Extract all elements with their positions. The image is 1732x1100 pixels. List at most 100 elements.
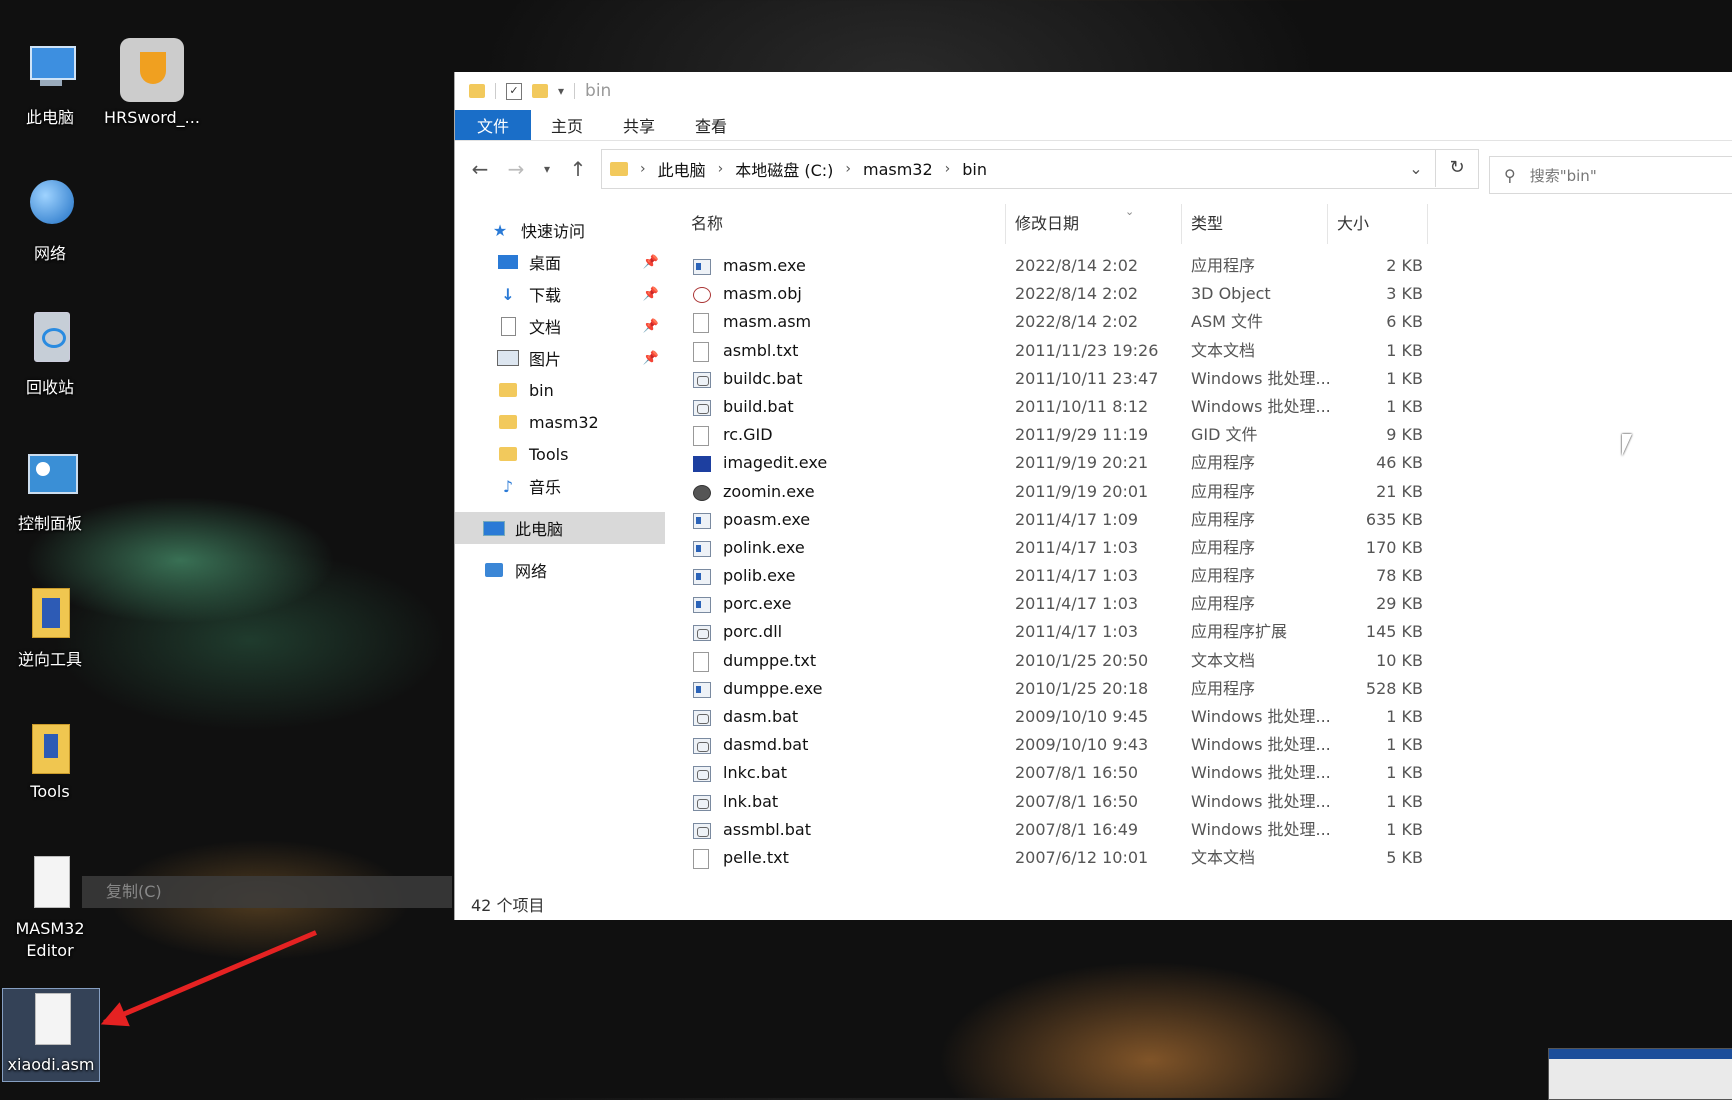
sidebar-item-masm32[interactable]: masm32 [455, 406, 665, 438]
file-type: Windows 批处理... [1191, 735, 1331, 755]
desktop-icon-xiaodi-asm[interactable]: xiaodi.asm [2, 988, 100, 1082]
pin-icon[interactable]: 📌 [643, 287, 659, 302]
file-row[interactable]: assmbl.bat 2007/8/1 16:49 Windows 批处理... 1 … [677, 816, 1732, 844]
file-row[interactable]: masm.asm 2022/8/14 2:02 ASM 文件 6 KB [677, 308, 1732, 336]
file-row[interactable]: zoomin.exe 2011/9/19 20:01 应用程序 21 KB [677, 478, 1732, 506]
column-header-name[interactable]: 名称 [691, 204, 723, 244]
column-header-size[interactable]: 大小 [1337, 204, 1369, 244]
sidebar-item-documents[interactable]: 文档 📌 [455, 310, 665, 342]
file-row[interactable]: masm.obj 2022/8/14 2:02 3D Object 3 KB [677, 280, 1732, 308]
file-modified-date: 2011/9/19 20:21 [1015, 453, 1149, 473]
file-type: GID 文件 [1191, 425, 1258, 445]
breadcrumb-this-pc[interactable]: 此电脑 [652, 157, 712, 181]
sidebar-quick-access[interactable]: ★ 快速访问 [455, 214, 665, 246]
file-size: 29 KB [1376, 594, 1423, 614]
sidebar-item-pictures[interactable]: 图片 📌 [455, 342, 665, 374]
desktop-icon-control-panel[interactable]: 控制面板 [2, 448, 98, 534]
column-header-date[interactable]: 修改日期 [1015, 204, 1079, 244]
address-dropdown-chevron-icon[interactable]: ⌄ [1400, 150, 1432, 188]
sidebar-item-music[interactable]: ♪ 音乐 [455, 470, 665, 502]
folder-icon [497, 413, 519, 431]
desktop-icon-this-pc[interactable]: 此电脑 [2, 42, 98, 128]
context-menu-copy[interactable]: 复制(C) [82, 876, 452, 908]
file-row[interactable]: porc.dll 2011/4/17 1:03 应用程序扩展 145 KB [677, 618, 1732, 646]
desktop-icon-recycle-bin[interactable]: 回收站 [2, 312, 98, 398]
pin-icon[interactable]: 📌 [643, 319, 659, 334]
desktop-icon-network[interactable]: 网络 [2, 178, 98, 264]
file-modified-date: 2011/4/17 1:03 [1015, 622, 1139, 642]
tab-home[interactable]: 主页 [531, 110, 603, 140]
file-row[interactable]: pelle.txt 2007/6/12 10:01 文本文档 5 KB [677, 844, 1732, 869]
sidebar-item-this-pc[interactable]: 此电脑 [455, 512, 665, 544]
file-row[interactable]: imagedit.exe 2011/9/19 20:21 应用程序 46 KB [677, 449, 1732, 477]
file-row[interactable]: polib.exe 2011/4/17 1:03 应用程序 78 KB [677, 562, 1732, 590]
file-modified-date: 2022/8/14 2:02 [1015, 284, 1139, 304]
column-divider[interactable] [1327, 204, 1328, 244]
pin-icon[interactable]: 📌 [643, 255, 659, 270]
file-size: 3 KB [1386, 284, 1423, 304]
address-bar[interactable]: › 此电脑 › 本地磁盘 (C:) › masm32 › bin ⌄ ↻ [601, 149, 1479, 189]
file-row[interactable]: rc.GID 2011/9/29 11:19 GID 文件 9 KB [677, 421, 1732, 449]
desktop-icon-reverse-tools[interactable]: 逆向工具 [2, 584, 98, 670]
file-row[interactable]: dasm.bat 2009/10/10 9:45 Windows 批处理... 1 K… [677, 703, 1732, 731]
desktop-icon-tools[interactable]: Tools [2, 720, 98, 801]
sidebar-item-downloads[interactable]: ↓ 下载 📌 [455, 278, 665, 310]
file-type-icon [693, 426, 709, 447]
properties-icon[interactable]: ✓ [506, 82, 522, 100]
sidebar-item-desktop[interactable]: 桌面 📌 [455, 246, 665, 278]
column-header-type[interactable]: 类型 [1191, 204, 1223, 244]
tab-view[interactable]: 查看 [675, 110, 747, 140]
breadcrumb-local-disk[interactable]: 本地磁盘 (C:) [729, 157, 839, 181]
separator [495, 83, 496, 99]
file-name: rc.GID [723, 425, 773, 445]
search-input[interactable]: 搜索"bin" [1530, 165, 1597, 186]
search-icon: ⚲ [1504, 165, 1516, 185]
forward-arrow-icon[interactable]: → [503, 157, 529, 181]
file-type-icon [693, 540, 711, 557]
file-row[interactable]: dasmd.bat 2009/10/10 9:43 Windows 批处理... 1 … [677, 731, 1732, 759]
file-row[interactable]: buildc.bat 2011/10/11 23:47 Windows 批处理...… [677, 365, 1732, 393]
file-row[interactable]: lnk.bat 2007/8/1 16:50 Windows 批处理... 1 KB [677, 788, 1732, 816]
tab-file[interactable]: 文件 [455, 110, 532, 140]
file-row[interactable]: lnkc.bat 2007/8/1 16:50 Windows 批处理... 1 KB [677, 759, 1732, 787]
breadcrumb-chevron-icon[interactable]: › [839, 161, 857, 177]
quick-access-dropdown-icon[interactable]: ▾ [558, 84, 564, 98]
taskbar-thumbnail-preview[interactable] [1548, 1048, 1732, 1100]
refresh-icon[interactable]: ↻ [1435, 149, 1478, 187]
breadcrumb-chevron-icon[interactable]: › [634, 161, 652, 177]
search-box[interactable]: ⚲ 搜索"bin" [1489, 156, 1732, 194]
file-row[interactable]: masm.exe 2022/8/14 2:02 应用程序 2 KB [677, 252, 1732, 280]
file-row[interactable]: polink.exe 2011/4/17 1:03 应用程序 170 KB [677, 534, 1732, 562]
sidebar-item-network[interactable]: 网络 [455, 554, 665, 586]
breadcrumb-masm32[interactable]: masm32 [857, 160, 939, 179]
back-arrow-icon[interactable]: ← [467, 157, 493, 181]
breadcrumb-chevron-icon[interactable]: › [939, 161, 957, 177]
up-arrow-icon[interactable]: ↑ [565, 157, 591, 181]
sidebar-item-bin[interactable]: bin [455, 374, 665, 406]
file-name: poasm.exe [723, 509, 811, 529]
file-row[interactable]: porc.exe 2011/4/17 1:03 应用程序 29 KB [677, 590, 1732, 618]
file-row[interactable]: dumppe.exe 2010/1/25 20:18 应用程序 528 KB [677, 675, 1732, 703]
breadcrumb-bin[interactable]: bin [956, 160, 993, 179]
file-modified-date: 2009/10/10 9:43 [1015, 735, 1149, 755]
desktop-icon-hrsword[interactable]: HRSword_... [104, 38, 200, 127]
file-row[interactable]: dumppe.txt 2010/1/25 20:50 文本文档 10 KB [677, 647, 1732, 675]
file-row[interactable]: poasm.exe 2011/4/17 1:09 应用程序 635 KB [677, 506, 1732, 534]
desktop-icon-masm32-editor[interactable]: MASM32 Editor [2, 856, 98, 962]
file-name: dasmd.bat [723, 735, 809, 755]
sidebar-item-tools[interactable]: Tools [455, 438, 665, 470]
sidebar-item-label: bin [529, 380, 554, 400]
file-modified-date: 2010/1/25 20:50 [1015, 650, 1149, 670]
pin-icon[interactable]: 📌 [643, 351, 659, 366]
breadcrumb-chevron-icon[interactable]: › [712, 161, 730, 177]
column-divider[interactable] [1427, 204, 1428, 244]
recent-locations-chevron-icon[interactable]: ▾ [539, 162, 555, 176]
file-row[interactable]: build.bat 2011/10/11 8:12 Windows 批处理... 1 … [677, 393, 1732, 421]
tab-share[interactable]: 共享 [603, 110, 675, 140]
new-folder-icon[interactable] [532, 84, 548, 98]
column-divider[interactable] [1181, 204, 1182, 244]
file-row[interactable]: asmbl.txt 2011/11/23 19:26 文本文档 1 KB [677, 337, 1732, 365]
desktop-icon-label: 回收站 [25, 378, 74, 397]
column-divider[interactable] [1005, 204, 1006, 244]
file-type-icon [693, 484, 711, 501]
